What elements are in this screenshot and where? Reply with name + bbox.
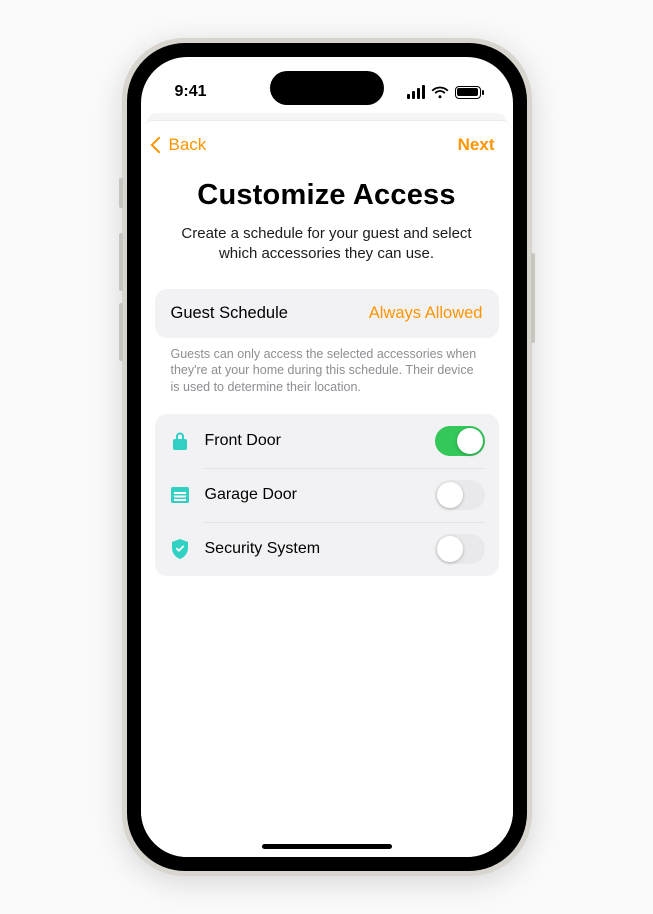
dynamic-island <box>270 71 384 105</box>
next-button[interactable]: Next <box>458 135 495 155</box>
shield-check-icon <box>169 538 191 560</box>
toggle-front-door[interactable] <box>435 426 485 456</box>
toggle-garage-door[interactable] <box>435 480 485 510</box>
back-label: Back <box>169 135 207 155</box>
accessory-row-garage-door: Garage Door <box>155 468 499 522</box>
cellular-icon <box>407 85 425 99</box>
accessory-label: Front Door <box>205 432 421 450</box>
garage-icon <box>169 484 191 506</box>
battery-icon <box>455 86 481 99</box>
accessories-list: Front Door Garage Door <box>155 414 499 576</box>
navigation-bar: Back Next <box>141 121 513 163</box>
toggle-security-system[interactable] <box>435 534 485 564</box>
status-time: 9:41 <box>175 83 207 101</box>
side-button <box>119 178 123 208</box>
modal-sheet: Back Next Customize Access Create a sche… <box>141 121 513 857</box>
accessory-label: Security System <box>205 540 421 558</box>
back-button[interactable]: Back <box>153 135 207 155</box>
schedule-footnote: Guests can only access the selected acce… <box>171 346 483 397</box>
page-title: Customize Access <box>141 179 513 212</box>
accessory-row-front-door: Front Door <box>155 414 499 468</box>
page-subtitle: Create a schedule for your guest and sel… <box>171 224 483 265</box>
phone-frame: 9:41 Back Next Cust <box>122 38 532 876</box>
volume-down-button <box>119 303 123 361</box>
home-indicator[interactable] <box>262 844 392 849</box>
accessory-row-security-system: Security System <box>155 522 499 576</box>
schedule-value: Always Allowed <box>369 304 483 323</box>
lock-icon <box>169 430 191 452</box>
phone-bezel: 9:41 Back Next Cust <box>127 43 527 871</box>
accessory-label: Garage Door <box>205 486 421 504</box>
schedule-card[interactable]: Guest Schedule Always Allowed <box>155 289 499 338</box>
screen: 9:41 Back Next Cust <box>141 57 513 857</box>
status-indicators <box>407 85 481 99</box>
wifi-icon <box>431 86 449 99</box>
schedule-row[interactable]: Guest Schedule Always Allowed <box>155 289 499 338</box>
schedule-label: Guest Schedule <box>171 304 288 323</box>
chevron-left-icon <box>150 137 167 154</box>
volume-up-button <box>119 233 123 291</box>
power-button <box>531 253 535 343</box>
